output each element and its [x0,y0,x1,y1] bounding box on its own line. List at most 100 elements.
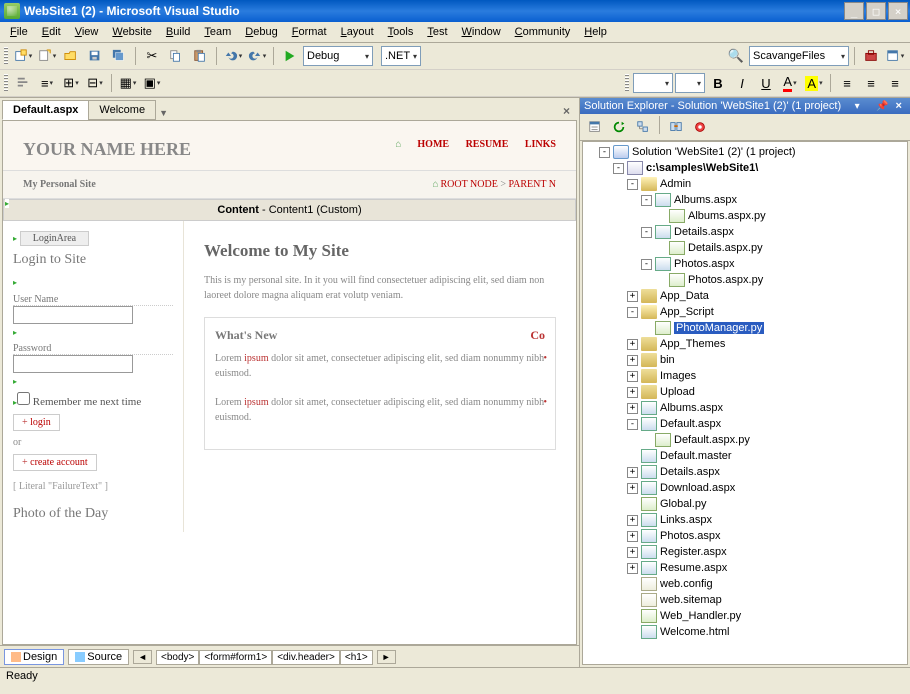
menu-help[interactable]: Help [578,24,613,40]
autohide-button[interactable]: ▾ [852,101,863,112]
expand-button[interactable]: + [627,291,638,302]
toolbox-button[interactable] [860,45,882,67]
menu-community[interactable]: Community [509,24,577,40]
menu-edit[interactable]: Edit [36,24,67,40]
solution-tree[interactable]: -Solution 'WebSite1 (2)' (1 project)-c:\… [582,141,908,665]
create-account-button[interactable]: create account [13,454,97,471]
tree-node[interactable]: Default.aspx.py [585,432,905,448]
expand-button[interactable]: + [627,547,638,558]
tree-node[interactable]: -Photos.aspx [585,256,905,272]
tree-node[interactable]: +Links.aspx [585,512,905,528]
tree-node[interactable]: +Images [585,368,905,384]
config-combo[interactable]: Debug [303,46,373,66]
close-button[interactable]: × [888,2,908,20]
expand-button[interactable]: + [627,403,638,414]
tree-node[interactable]: -Admin [585,176,905,192]
menu-test[interactable]: Test [421,24,453,40]
redo-button[interactable] [246,45,268,67]
bold-button[interactable]: B [707,72,729,94]
tree-node[interactable]: +Albums.aspx [585,400,905,416]
align-button[interactable]: ≡ [36,72,58,94]
tree-node[interactable]: Default.master [585,448,905,464]
expand-button[interactable]: + [627,483,638,494]
nav-resume[interactable]: RESUME [466,139,509,150]
expand-button[interactable]: - [641,195,652,206]
cut-button[interactable]: ✂ [141,45,163,67]
expand-button[interactable]: + [627,467,638,478]
expand-button[interactable]: - [613,163,624,174]
save-all-button[interactable] [108,45,130,67]
find-icon[interactable]: 🔍 [725,45,747,67]
expand-button[interactable]: - [599,147,610,158]
add-item-button[interactable] [36,45,58,67]
window-button[interactable] [884,45,906,67]
tab-list-button[interactable]: ▼ [155,106,172,120]
tree-node[interactable]: Photos.aspx.py [585,272,905,288]
tree-node[interactable]: +App_Themes [585,336,905,352]
tree-node[interactable]: Welcome.html [585,624,905,640]
menu-layout[interactable]: Layout [335,24,380,40]
size-button[interactable]: ⊞ [60,72,82,94]
tab-close-button[interactable]: × [558,102,575,120]
tree-node[interactable]: Albums.aspx.py [585,208,905,224]
maximize-button[interactable]: □ [866,2,886,20]
menu-team[interactable]: Team [198,24,237,40]
expand-button[interactable]: - [627,179,638,190]
tag-crumb[interactable]: <form#form1> [199,650,272,665]
menu-format[interactable]: Format [286,24,333,40]
forecolor-button[interactable]: A [779,72,801,94]
space-button[interactable]: ⊟ [84,72,106,94]
italic-button[interactable]: I [731,72,753,94]
font-combo[interactable] [633,73,673,93]
find-combo[interactable]: ScavangeFiles [749,46,849,66]
menu-view[interactable]: View [69,24,105,40]
username-input[interactable] [13,306,133,324]
expand-button[interactable]: + [627,339,638,350]
align-left-button[interactable] [12,72,34,94]
asp-config-button[interactable] [689,116,711,138]
nav-links[interactable]: LINKS [525,139,556,150]
tree-node[interactable]: +Download.aspx [585,480,905,496]
menu-file[interactable]: File [4,24,34,40]
expand-button[interactable]: - [641,227,652,238]
tree-node[interactable]: Global.py [585,496,905,512]
design-surface[interactable]: ⌂HOME RESUME LINKS YOUR NAME HERE ⌂ROOT … [2,120,577,645]
menu-tools[interactable]: Tools [382,24,420,40]
copy-button[interactable] [165,45,187,67]
pin-button[interactable]: 📌 [873,101,891,112]
expand-button[interactable]: + [627,387,638,398]
tree-node[interactable]: -Details.aspx [585,224,905,240]
run-button[interactable] [279,45,301,67]
properties-button[interactable] [584,116,606,138]
remember-checkbox[interactable] [17,392,30,405]
expand-button[interactable]: + [627,371,638,382]
justify-right-button[interactable]: ≡ [884,72,906,94]
paste-button[interactable] [189,45,211,67]
tree-node[interactable]: +Resume.aspx [585,560,905,576]
tree-node[interactable]: -Albums.aspx [585,192,905,208]
size-combo[interactable] [675,73,705,93]
crumb-prev[interactable]: ◄ [133,650,152,664]
password-input[interactable] [13,355,133,373]
copy-website-button[interactable] [665,116,687,138]
tree-node[interactable]: +Photos.aspx [585,528,905,544]
tag-crumb[interactable]: <body> [156,650,199,665]
tab-default-aspx[interactable]: Default.aspx [2,100,89,120]
tree-node[interactable]: -c:\samples\WebSite1\ [585,160,905,176]
tree-node[interactable]: +App_Data [585,288,905,304]
refresh-button[interactable] [608,116,630,138]
save-button[interactable] [84,45,106,67]
menu-website[interactable]: Website [106,24,158,40]
expand-button[interactable]: + [627,563,638,574]
platform-combo[interactable]: .NET [381,46,421,66]
justify-left-button[interactable]: ≡ [836,72,858,94]
tree-node[interactable]: -App_Script [585,304,905,320]
login-button[interactable]: login [13,414,60,431]
expand-button[interactable]: - [641,259,652,270]
expand-button[interactable]: - [627,307,638,318]
menu-window[interactable]: Window [456,24,507,40]
tree-node[interactable]: +bin [585,352,905,368]
group-button[interactable]: ▣ [141,72,163,94]
crumb-next[interactable]: ► [377,650,396,664]
tree-node[interactable]: -Solution 'WebSite1 (2)' (1 project) [585,144,905,160]
